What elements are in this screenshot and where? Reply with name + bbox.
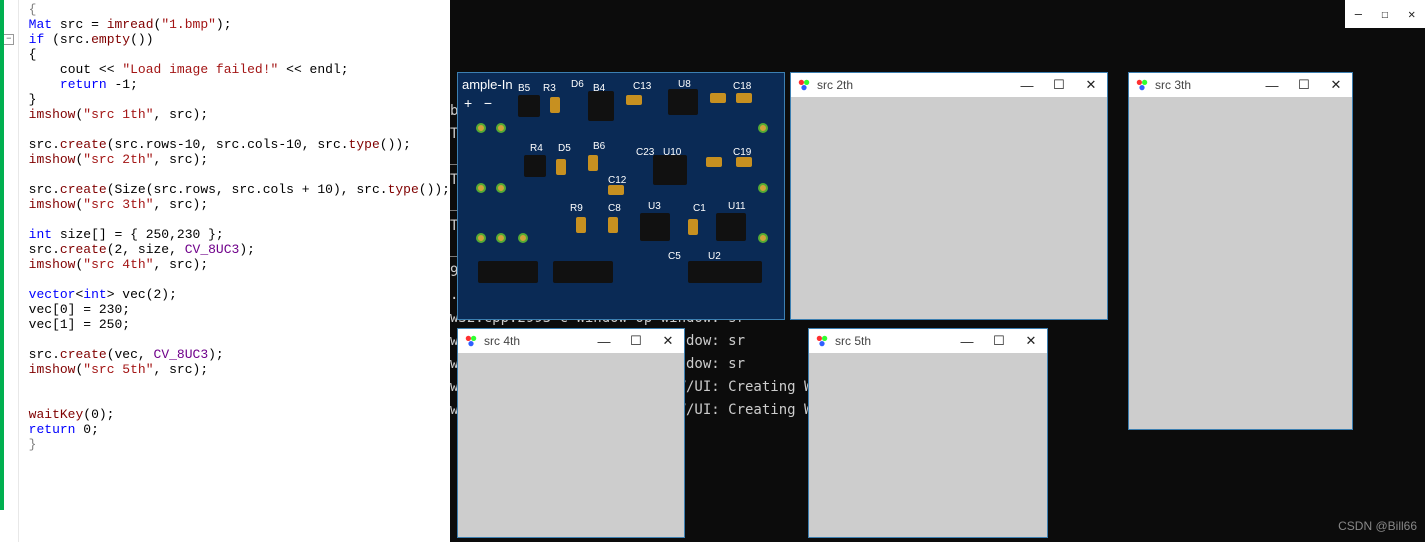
close-icon[interactable]: ✕	[1320, 73, 1352, 97]
fold-minus-icon[interactable]: −	[3, 34, 14, 45]
pcb-chip	[518, 97, 540, 117]
image-canvas	[809, 353, 1047, 537]
pcb-cap	[608, 185, 624, 195]
opencv-window-src-5th[interactable]: src 5th —☐✕	[808, 328, 1048, 538]
pcb-chip	[588, 97, 614, 121]
close-icon[interactable]: ✕	[652, 329, 684, 353]
pcb-cap	[556, 159, 566, 175]
code-line: {	[29, 2, 37, 17]
pcb-chip	[716, 213, 746, 241]
code-content[interactable]: { Mat src = imread("1.bmp"); if (src.emp…	[19, 0, 450, 542]
pcb-label: C5	[668, 251, 681, 262]
opencv-window-src-4th[interactable]: src 4th —☐✕	[457, 328, 685, 538]
pcb-cap	[588, 155, 598, 171]
titlebar[interactable]: src 5th —☐✕	[809, 329, 1047, 353]
opencv-window-src-1th[interactable]: src 1th — ☐ ✕ ample-In + − B5R3D6B4C13U8…	[457, 72, 785, 320]
pcb-pad	[758, 233, 768, 243]
pcb-cap	[706, 157, 722, 167]
pcb-label: C1	[693, 203, 706, 214]
maximize-icon[interactable]: ☐	[983, 329, 1015, 353]
maximize-icon[interactable]: ☐	[620, 329, 652, 353]
change-marker	[0, 0, 4, 510]
pcb-pad	[476, 233, 486, 243]
pcb-cap	[626, 97, 642, 105]
pcb-cap	[608, 217, 618, 233]
pcb-chip	[640, 213, 670, 241]
opencv-icon	[797, 78, 811, 92]
pcb-chip	[688, 261, 762, 283]
pcb-label: U11	[728, 201, 746, 212]
console-window-controls: — ☐ ✕	[1345, 0, 1425, 28]
minimize-icon[interactable]: —	[588, 329, 620, 353]
pcb-cap	[736, 157, 752, 167]
opencv-icon	[815, 334, 829, 348]
code-editor-pane: − { Mat src = imread("1.bmp"); if (src.e…	[0, 0, 450, 542]
window-title: src 4th	[484, 334, 582, 348]
pcb-chip	[553, 261, 613, 283]
maximize-icon[interactable]: ☐	[1288, 73, 1320, 97]
pcb-pad	[476, 183, 486, 193]
maximize-icon[interactable]: ☐	[1043, 73, 1075, 97]
titlebar[interactable]: src 4th —☐✕	[458, 329, 684, 353]
pcb-cap	[688, 219, 698, 235]
pcb-pad	[496, 183, 506, 193]
pcb-cap	[710, 97, 726, 103]
close-icon[interactable]: ✕	[1015, 329, 1047, 353]
minimize-icon[interactable]: —	[1256, 73, 1288, 97]
pcb-label: B6	[593, 141, 605, 152]
pcb-label: C8	[608, 203, 621, 214]
pcb-pad	[476, 123, 486, 133]
pcb-image: ample-In + − B5R3D6B4C13U8C18R4D5B6C23U1…	[458, 97, 784, 319]
image-canvas	[458, 353, 684, 537]
close-icon[interactable]: ✕	[1075, 73, 1107, 97]
pcb-label: R4	[530, 143, 543, 154]
pcb-cap	[576, 217, 586, 233]
image-canvas	[1129, 97, 1352, 429]
close-icon[interactable]: ✕	[1398, 0, 1425, 28]
opencv-icon	[1135, 78, 1149, 92]
window-title: src 5th	[835, 334, 945, 348]
pcb-pad	[758, 123, 768, 133]
pcb-label: U3	[648, 201, 661, 212]
pcb-chip	[524, 155, 546, 177]
pcb-chip	[668, 97, 698, 115]
pcb-cap	[550, 97, 560, 113]
pcb-label: C23	[636, 147, 654, 158]
opencv-icon	[464, 334, 478, 348]
titlebar[interactable]: src 3th —☐✕	[1129, 73, 1352, 97]
minimize-icon[interactable]: —	[1011, 73, 1043, 97]
minimize-icon[interactable]: —	[1345, 0, 1372, 28]
image-canvas: ample-In + − B5R3D6B4C13U8C18R4D5B6C23U1…	[458, 97, 784, 319]
pcb-pad	[518, 233, 528, 243]
pcb-pad	[496, 233, 506, 243]
maximize-icon[interactable]: ☐	[1372, 0, 1399, 28]
pcb-pad	[758, 183, 768, 193]
window-title: src 2th	[817, 78, 1005, 92]
image-canvas	[791, 97, 1107, 319]
watermark: CSDN @Bill66	[1338, 515, 1417, 538]
pcb-chip	[653, 155, 687, 185]
opencv-window-src-2th[interactable]: src 2th —☐✕	[790, 72, 1108, 320]
pcb-pad	[496, 123, 506, 133]
titlebar[interactable]: src 2th —☐✕	[791, 73, 1107, 97]
pcb-label: D5	[558, 143, 571, 154]
pcb-cap	[736, 97, 752, 103]
minimize-icon[interactable]: —	[951, 329, 983, 353]
opencv-window-src-3th[interactable]: src 3th —☐✕	[1128, 72, 1353, 430]
pcb-chip	[478, 261, 538, 283]
window-title: src 3th	[1155, 78, 1250, 92]
pcb-label: R9	[570, 203, 583, 214]
